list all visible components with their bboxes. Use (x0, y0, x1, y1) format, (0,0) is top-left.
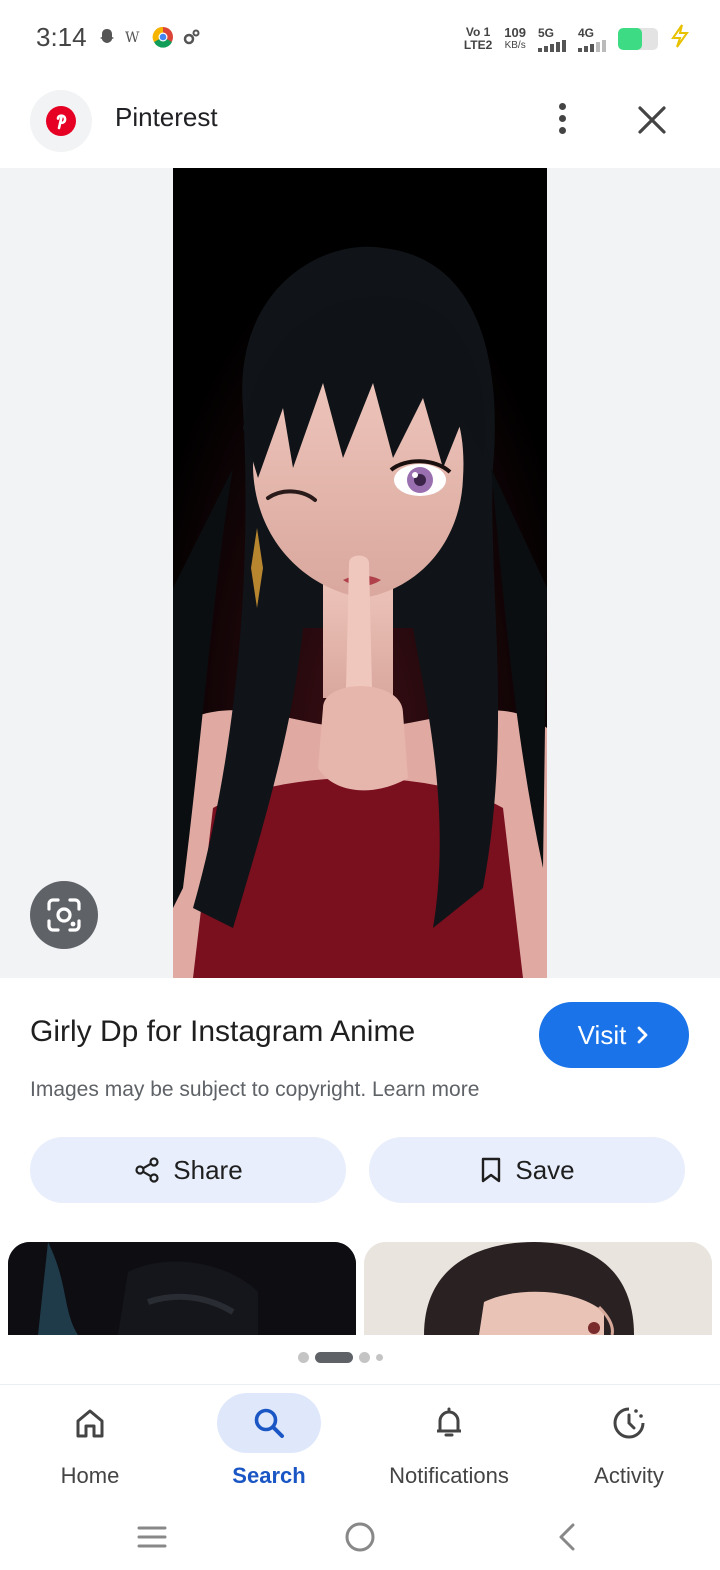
network-speed: 109 KB/s (504, 26, 526, 52)
nav-notifications-icon-wrap (397, 1393, 501, 1453)
nav-home[interactable]: Home (0, 1385, 180, 1505)
status-bar: 3:14 W Vo 1 LTE2 109 KB/s 5G 4G (0, 0, 720, 80)
related-image-thumbnail[interactable] (8, 1242, 356, 1335)
settings-gear-icon (180, 26, 202, 48)
lte-label: LTE2 (463, 38, 493, 52)
share-button[interactable]: Share (30, 1137, 346, 1203)
sim2-signal: 4G (578, 25, 606, 52)
volte-indicator: Vo 1 LTE2 (464, 26, 492, 52)
network-speed-unit: KB/s (504, 40, 526, 51)
source-site-name[interactable]: Pinterest (115, 102, 218, 133)
sim2-type-label: 4G (578, 25, 595, 40)
bottom-navigation: Home Search Notifications Activity (0, 1384, 720, 1504)
signal-icon (538, 39, 566, 52)
result-title: Girly Dp for Instagram Anime (30, 1015, 416, 1048)
anime-girl-illustration (173, 168, 547, 978)
search-icon (254, 1408, 284, 1438)
battery-icon (618, 28, 658, 50)
save-button[interactable]: Save (369, 1137, 685, 1203)
close-button[interactable] (628, 96, 676, 144)
circle-home-icon (345, 1522, 375, 1552)
activity-icon (613, 1407, 645, 1439)
battery-level-fill (618, 28, 642, 50)
status-notification-icons: W (96, 26, 202, 48)
sim1-signal: 5G (538, 25, 566, 52)
nav-activity-label: Activity (594, 1463, 664, 1488)
wiki-icon: W (124, 26, 146, 48)
nav-activity[interactable]: Activity (539, 1385, 719, 1505)
svg-text:W: W (125, 30, 140, 46)
related-image-art (8, 1242, 356, 1335)
share-label: Share (173, 1154, 243, 1185)
pinterest-p-glyph (46, 106, 76, 136)
network-speed-value: 109 (504, 25, 526, 40)
more-options-button[interactable] (540, 96, 584, 140)
nav-notifications-label: Notifications (389, 1463, 509, 1488)
result-image[interactable] (173, 168, 547, 978)
copyright-notice[interactable]: Images may be subject to copyright. Lear… (30, 1078, 479, 1102)
carousel-dot-active (314, 1352, 353, 1363)
visit-label: Visit (577, 1019, 627, 1050)
nav-search-label: Search (232, 1463, 306, 1488)
related-image-thumbnail[interactable] (364, 1242, 712, 1335)
more-dot (558, 126, 566, 134)
more-dot (558, 102, 566, 110)
related-image-art (364, 1242, 712, 1335)
chevron-right-icon (637, 1026, 648, 1044)
carousel-page-indicator (0, 1352, 720, 1363)
pinterest-logo-icon[interactable] (30, 90, 92, 152)
nav-home-label: Home (60, 1463, 120, 1488)
back-chevron-icon (559, 1523, 575, 1551)
nav-search[interactable]: Search (179, 1385, 359, 1505)
nav-activity-icon-wrap (577, 1393, 681, 1453)
google-lens-button[interactable] (30, 881, 98, 949)
status-system-icons: Vo 1 LTE2 109 KB/s 5G 4G (464, 24, 690, 54)
nav-search-icon-wrap (217, 1393, 321, 1453)
charging-bolt-icon (670, 24, 690, 54)
chrome-icon (152, 26, 174, 48)
nav-home-icon-wrap (38, 1393, 142, 1453)
app-header: Pinterest (0, 80, 720, 168)
status-time: 3:14 (36, 22, 87, 52)
signal-icon (578, 39, 606, 52)
sim1-type-label: 5G (538, 25, 555, 40)
carousel-dot (358, 1352, 370, 1363)
close-icon (638, 106, 666, 134)
image-viewer (0, 168, 720, 978)
system-navigation-bar (0, 1504, 720, 1570)
carousel-dot (297, 1352, 309, 1363)
home-system-button[interactable] (335, 1512, 385, 1562)
recents-button[interactable] (127, 1512, 177, 1562)
share-icon (135, 1157, 159, 1183)
snapchat-icon (96, 26, 118, 48)
nav-notifications[interactable]: Notifications (359, 1385, 539, 1505)
home-icon (76, 1409, 104, 1438)
carousel-dot (375, 1354, 383, 1361)
back-system-button[interactable] (542, 1512, 592, 1562)
bookmark-icon (482, 1157, 501, 1183)
bell-icon (437, 1407, 461, 1437)
save-label: Save (515, 1154, 575, 1185)
more-dot (558, 114, 566, 122)
lens-icon (47, 898, 81, 932)
recents-menu-icon (137, 1526, 167, 1548)
visit-button[interactable]: Visit (539, 1002, 689, 1068)
